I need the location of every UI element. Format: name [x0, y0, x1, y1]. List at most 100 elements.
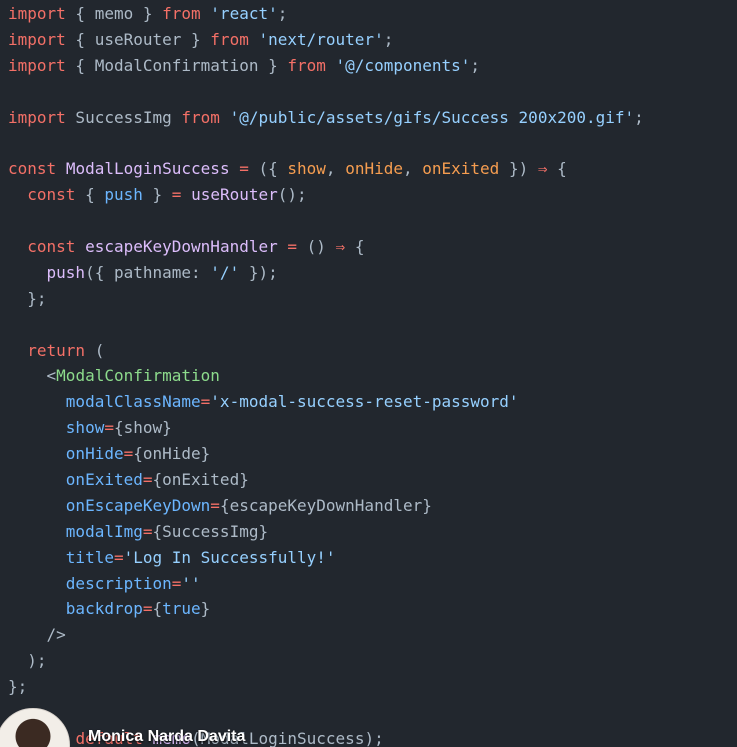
code-line: }; — [8, 674, 644, 700]
code-token: modalClassName — [65, 392, 201, 412]
code-token: const — [8, 159, 57, 179]
code-line: ); — [8, 648, 644, 674]
code-token: onHide — [345, 159, 403, 179]
code-token: return — [27, 340, 86, 360]
code-token: ); — [364, 728, 384, 747]
code-token: title — [65, 547, 114, 567]
code-line: import { memo } from 'react'; — [8, 1, 644, 27]
code-token: = — [142, 599, 153, 619]
code-token: import — [8, 4, 66, 23]
code-token: import — [8, 55, 66, 75]
code-line: const ModalLoginSuccess = ({ show, onHid… — [8, 156, 644, 182]
code-token: from — [162, 4, 201, 23]
code-token: backdrop — [65, 599, 143, 619]
code-token: }; — [8, 677, 28, 697]
code-token: SuccessImg — [65, 107, 182, 127]
code-token: = — [210, 495, 220, 515]
code-line: modalImg={SuccessImg} — [8, 519, 644, 545]
code-line: backdrop={true} — [8, 596, 644, 622]
code-line: onHide={onHide} — [8, 441, 644, 467]
code-token: } — [142, 185, 172, 205]
code-token: useRouter — [191, 185, 278, 205]
code-token: 'next/router' — [258, 29, 384, 49]
code-token: { — [152, 599, 163, 619]
code-token: {show} — [113, 418, 172, 438]
code-token: {onExited} — [152, 470, 249, 490]
code-line: import { useRouter } from 'next/router'; — [8, 27, 644, 53]
code-line: import { ModalConfirmation } from '@/com… — [8, 53, 644, 79]
code-token: (); — [277, 185, 307, 205]
code-editor: import { memo } from 'react'; import { us… — [0, 0, 737, 747]
code-token: ModalConfirmation — [56, 366, 220, 386]
code-token: = — [171, 573, 182, 593]
code-token: = — [123, 444, 134, 464]
code-token: ); — [8, 651, 47, 671]
code-token: = — [113, 547, 124, 567]
code-token: ( — [85, 340, 105, 360]
code-line: }; — [8, 286, 644, 312]
code-token: ; — [634, 107, 644, 127]
code-token: show — [287, 159, 326, 179]
code-line: const escapeKeyDownHandler = () ⇒ { — [8, 234, 644, 260]
author-name: Monica Narda Davita — [88, 728, 246, 745]
code-token: {escapeKeyDownHandler} — [219, 495, 432, 515]
code-line: <ModalConfirmation — [8, 363, 644, 389]
code-token: {SuccessImg} — [152, 521, 269, 541]
code-token: { useRouter } — [65, 29, 211, 49]
code-token: = — [287, 237, 298, 257]
code-token: ({ — [248, 159, 288, 179]
code-token: }) — [499, 159, 538, 179]
code-token: /> — [8, 625, 66, 645]
code-token: ; — [277, 4, 288, 23]
code-token: { ModalConfirmation } — [65, 55, 288, 75]
code-line: return ( — [8, 338, 644, 364]
code-token: onExited — [65, 470, 143, 490]
code-token: modalImg — [65, 521, 143, 541]
code-line: title='Log In Successfully!' — [8, 545, 644, 571]
code-token: show — [65, 418, 105, 438]
author-avatar — [0, 708, 70, 747]
code-line: onExited={onExited} — [8, 467, 644, 493]
code-token: } — [200, 599, 211, 619]
code-token: = — [239, 159, 249, 179]
code-token: const — [27, 185, 76, 205]
code-token: = — [200, 392, 211, 412]
code-token: '' — [181, 573, 201, 593]
code-token: push — [46, 262, 86, 282]
code-token: ; — [470, 55, 481, 75]
code-token: from — [287, 55, 326, 75]
code-line: description='' — [8, 571, 644, 597]
code-token: ; — [383, 29, 394, 49]
code-token: ({ pathname: — [85, 262, 211, 282]
code-line: push({ pathname: '/' }); — [8, 260, 644, 286]
code-token: {onHide} — [133, 444, 211, 464]
code-token: true — [162, 599, 201, 619]
code-token: onEscapeKeyDown — [65, 495, 211, 515]
code-token: import — [8, 29, 66, 49]
code-token: , — [325, 159, 346, 179]
code-token: 'x-modal-success-reset-password' — [210, 392, 519, 412]
code-block: import { memo } from 'react'; import { us… — [8, 1, 644, 747]
code-line: onEscapeKeyDown={escapeKeyDownHandler} — [8, 493, 644, 519]
code-token: { — [75, 185, 105, 205]
code-line: /> — [8, 622, 644, 648]
code-token: { — [345, 237, 365, 257]
code-token: = — [171, 185, 182, 205]
code-token: 'Log In Successfully!' — [123, 547, 336, 567]
code-token: onHide — [65, 444, 124, 464]
